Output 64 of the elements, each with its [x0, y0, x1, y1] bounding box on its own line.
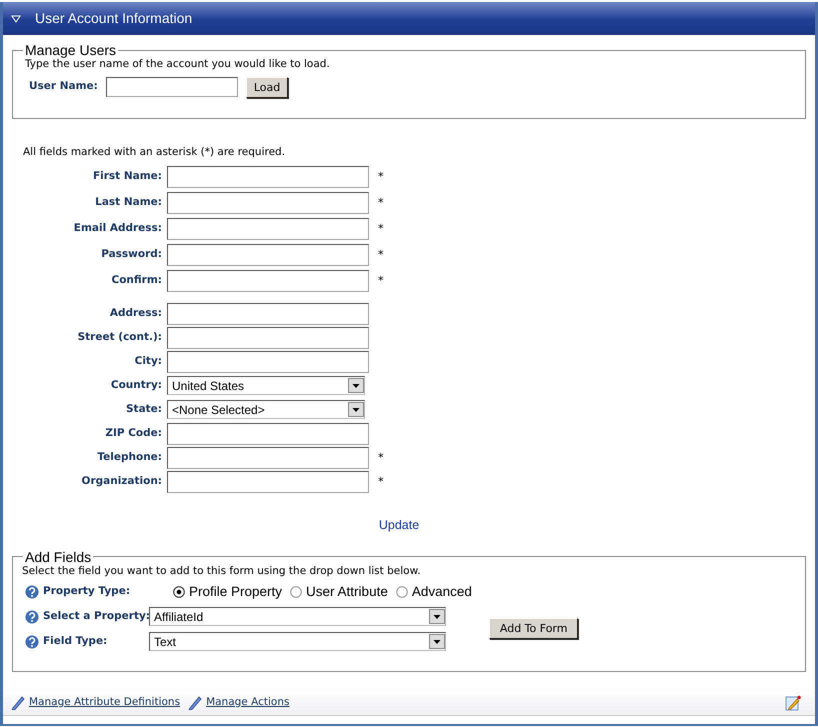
- text-field[interactable]: [167, 422, 369, 445]
- required-mark: *: [378, 194, 384, 210]
- text-field[interactable]: [167, 302, 369, 325]
- field-type-dropdown[interactable]: Text: [149, 632, 446, 652]
- radio-button[interactable]: [396, 586, 408, 598]
- collapse-icon: [11, 14, 21, 22]
- help-icon: [25, 584, 39, 599]
- help-icon: [25, 634, 39, 649]
- field-label: City:: [134, 354, 163, 369]
- field-label: ZIP Code:: [104, 426, 163, 441]
- section-legend: Add Fields: [23, 550, 94, 564]
- dropdown[interactable]: United States: [167, 376, 365, 396]
- hint-text: Type the user name of the account you would like to load.: [25, 58, 331, 72]
- field-label: Password:: [100, 246, 163, 262]
- load-button[interactable]: Load: [246, 76, 288, 98]
- text-field[interactable]: [167, 470, 369, 493]
- field-label: State:: [124, 402, 163, 417]
- field-label: Field Type:: [43, 634, 108, 649]
- required-mark: *: [378, 168, 384, 184]
- text-field[interactable]: [167, 166, 369, 188]
- radio-button[interactable]: [173, 586, 185, 598]
- property-dropdown[interactable]: AffiliateId: [149, 607, 446, 626]
- text-field[interactable]: [167, 446, 369, 469]
- panel-title: User Account Information: [35, 9, 192, 28]
- field-label: Telephone:: [96, 450, 163, 465]
- required-mark: *: [378, 272, 384, 288]
- text-field[interactable]: [167, 192, 369, 214]
- field-label: Property Type:: [43, 584, 130, 599]
- field-label: Last Name:: [94, 194, 163, 210]
- field-label: Country:: [110, 378, 163, 393]
- text-field[interactable]: [167, 244, 369, 266]
- required-mark: *: [378, 450, 384, 466]
- field-label: Address:: [108, 306, 163, 321]
- help-icon: [25, 610, 39, 624]
- radio-label: Profile Property: [189, 582, 282, 601]
- required-mark: *: [378, 474, 384, 490]
- field-label: Email Address:: [72, 220, 163, 236]
- required-note: All fields marked with an asterisk (*) are required.: [23, 145, 286, 160]
- field-label: Organization:: [80, 474, 163, 489]
- edit-page-icon: [785, 694, 801, 710]
- pencil-icon: [188, 695, 202, 710]
- hint-text: Select the field you want to add to this form using the drop down list below.: [22, 564, 422, 578]
- radio-label: User Attribute: [306, 582, 388, 601]
- dropdown[interactable]: <None Selected>: [167, 400, 365, 420]
- field-label: First Name:: [92, 168, 163, 184]
- radio-label: Advanced: [412, 582, 472, 601]
- text-field[interactable]: [167, 270, 369, 292]
- user-name-field[interactable]: [106, 77, 238, 98]
- pencil-icon: [11, 695, 25, 710]
- required-mark: *: [378, 246, 384, 262]
- required-mark: *: [378, 220, 384, 236]
- radio-button[interactable]: [290, 586, 302, 598]
- text-field[interactable]: [167, 350, 369, 373]
- field-label: Street (cont.):: [76, 330, 163, 345]
- add-to-form-button[interactable]: Add To Form: [488, 618, 578, 640]
- text-field[interactable]: [167, 326, 369, 349]
- footer-link[interactable]: Manage Attribute Definitions: [29, 694, 180, 710]
- section-legend: Manage Users: [23, 43, 118, 57]
- update-link[interactable]: Update: [378, 518, 420, 532]
- field-label: Confirm:: [110, 272, 163, 288]
- text-field[interactable]: [167, 218, 369, 240]
- field-label: User Name:: [29, 79, 98, 94]
- footer-link[interactable]: Manage Actions: [206, 694, 290, 710]
- field-label: Select a Property:: [43, 608, 150, 624]
